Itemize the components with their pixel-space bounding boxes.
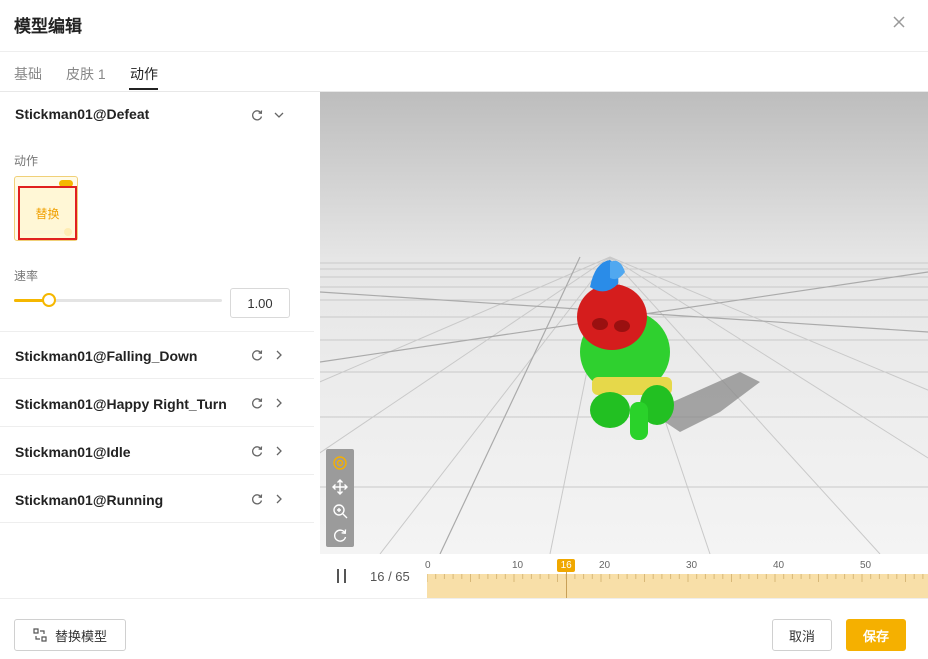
animation-item-happy-right-turn[interactable]: Stickman01@Happy Right_Turn (0, 380, 314, 427)
timeline-tick-label: 10 (512, 560, 524, 571)
tab-bar: 基础 皮肤 1 动作 (0, 52, 928, 92)
timeline-track[interactable] (427, 574, 928, 598)
action-section-label: 动作 (14, 154, 39, 168)
playhead-marker[interactable]: 16 (557, 559, 576, 572)
refresh-icon[interactable] (250, 492, 264, 506)
scene-canvas[interactable] (320, 92, 928, 554)
animation-name: Stickman01@Running (15, 492, 164, 508)
refresh-icon[interactable] (250, 348, 264, 362)
timeline-tick-label: 50 (860, 560, 872, 571)
rate-label: 速率 (14, 269, 39, 283)
model-viewport[interactable] (320, 92, 928, 554)
playhead-line (566, 572, 568, 598)
animation-item-defeat[interactable]: Stickman01@Defeat (0, 92, 314, 136)
viewport-toolbar (326, 449, 354, 547)
active-tab-indicator (129, 88, 158, 90)
replace-animation-button[interactable]: 替换 (18, 186, 77, 240)
refresh-icon[interactable] (250, 396, 264, 410)
timeline-tick-label: 40 (773, 560, 785, 571)
chevron-right-icon[interactable] (273, 445, 285, 457)
tab-skin[interactable]: 皮肤 1 (66, 64, 106, 84)
dialog-title: 模型编辑 (14, 17, 82, 36)
swap-icon (33, 628, 47, 642)
animation-name: Stickman01@Happy Right_Turn (15, 396, 227, 412)
close-icon[interactable] (890, 13, 908, 31)
move-icon[interactable] (332, 479, 348, 495)
tab-basic[interactable]: 基础 (14, 64, 42, 84)
refresh-icon[interactable] (250, 108, 264, 122)
animation-item-idle[interactable]: Stickman01@Idle (0, 428, 314, 475)
chevron-right-icon[interactable] (273, 397, 285, 409)
animation-name: Stickman01@Falling_Down (15, 348, 198, 364)
chevron-right-icon[interactable] (273, 493, 285, 505)
timeline-tick-label: 20 (599, 560, 611, 571)
timeline-ticks (427, 574, 924, 582)
tab-animation[interactable]: 动作 (130, 64, 158, 84)
frame-counter: 16 / 65 (370, 569, 410, 584)
sky-backdrop (320, 92, 928, 272)
dialog-header: 模型编辑 (0, 0, 928, 52)
animation-name: Stickman01@Idle (15, 444, 131, 460)
rate-input[interactable] (230, 288, 290, 318)
rotate-icon[interactable] (332, 527, 348, 543)
animation-item-running[interactable]: Stickman01@Running (0, 476, 314, 523)
timeline-tick-label: 0 (425, 560, 431, 571)
timeline-tick-label: 30 (686, 560, 698, 571)
chevron-down-icon[interactable] (273, 109, 285, 121)
zoom-in-icon[interactable] (332, 503, 348, 519)
animation-name: Stickman01@Defeat (15, 106, 150, 122)
animation-item-falling-down[interactable]: Stickman01@Falling_Down (0, 332, 314, 379)
refresh-icon[interactable] (250, 444, 264, 458)
target-icon[interactable] (332, 455, 348, 471)
save-button[interactable]: 保存 (846, 619, 906, 651)
replace-model-button[interactable]: 替换模型 (14, 619, 126, 651)
cancel-button[interactable]: 取消 (772, 619, 832, 651)
pause-icon[interactable] (335, 569, 349, 583)
replace-model-label: 替换模型 (54, 628, 107, 644)
chevron-right-icon[interactable] (273, 349, 285, 361)
